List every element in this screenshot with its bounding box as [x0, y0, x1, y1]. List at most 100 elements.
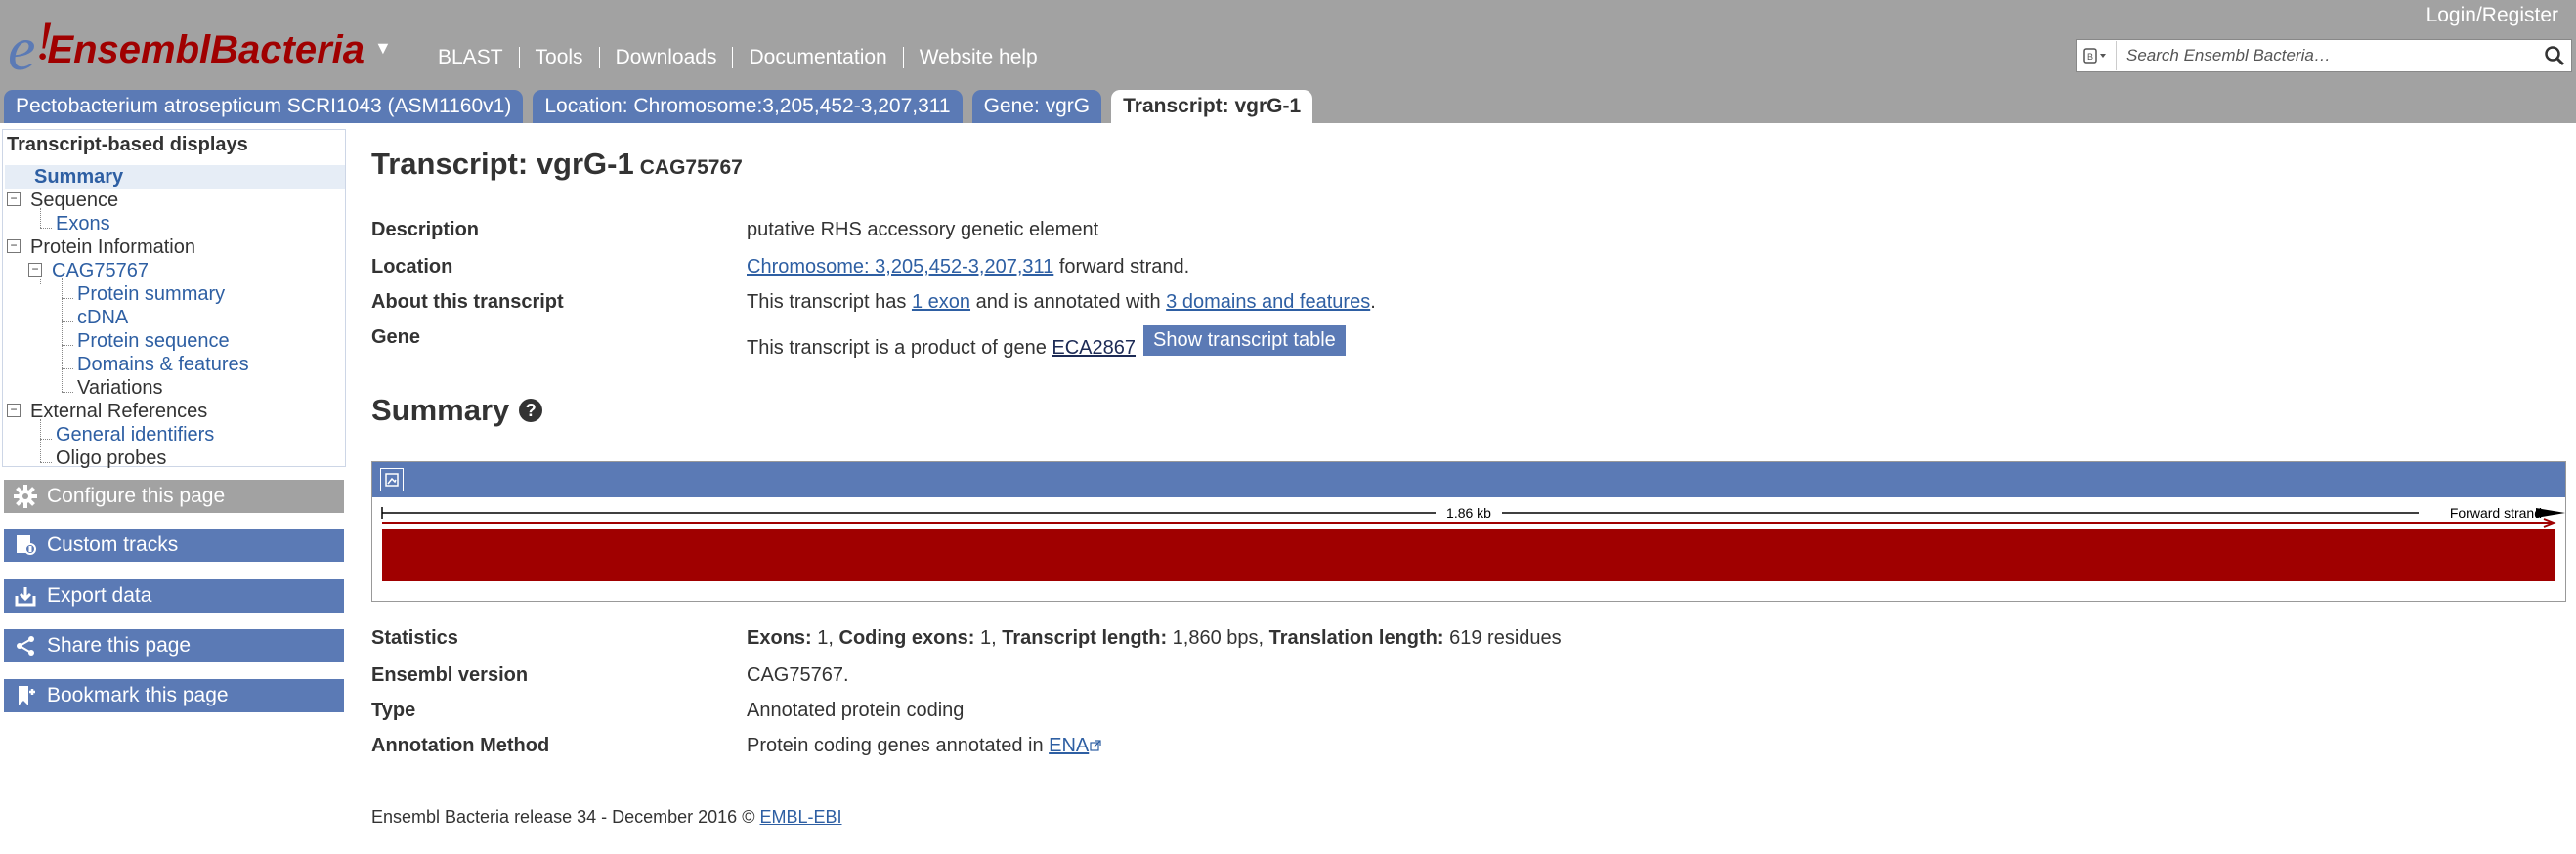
sidebar-item-label[interactable]: General identifiers — [56, 424, 214, 446]
sidebar-item-external-references[interactable]: − External References — [7, 400, 207, 423]
tree-connector — [62, 298, 73, 299]
share-page-button[interactable]: Share this page — [4, 629, 344, 662]
sidebar-item-protein-sequence[interactable]: Protein sequence — [77, 329, 230, 353]
nav-blast[interactable]: BLAST — [422, 47, 520, 68]
configure-page-button[interactable]: Configure this page — [4, 480, 344, 513]
custom-tracks-button[interactable]: Custom tracks — [4, 529, 344, 562]
export-icon — [4, 584, 47, 608]
sidebar-item-sequence[interactable]: − Sequence — [7, 189, 118, 212]
sidebar-item-summary[interactable]: Summary — [5, 165, 345, 189]
sidebar-item-variations: Variations — [77, 376, 162, 400]
tree-connector — [40, 228, 52, 229]
show-transcript-table-button[interactable]: Show transcript table — [1143, 325, 1346, 356]
svg-text:B: B — [2087, 52, 2093, 62]
sidebar-item-exons[interactable]: Exons — [56, 212, 110, 235]
main-content: Transcript: vgrG-1 CAG75767 Description p… — [371, 147, 2570, 756]
transcript-exon-block[interactable] — [382, 529, 2555, 581]
tree-connector — [40, 439, 52, 440]
sidebar-item-label: External References — [30, 401, 208, 422]
sidebar-item-cdna[interactable]: cDNA — [77, 306, 128, 329]
footer: Ensembl Bacteria release 34 - December 2… — [371, 807, 842, 828]
ena-link[interactable]: ENA — [1049, 735, 1101, 756]
stat-coding-key: Coding exons: — [838, 627, 975, 649]
nav-website-help[interactable]: Website help — [904, 47, 1053, 68]
external-link-icon — [1090, 740, 1101, 751]
sidebar-item-oligo-probes: Oligo probes — [56, 447, 166, 470]
ensembl-e-logo-icon: e! — [8, 11, 54, 83]
location-link[interactable]: Chromosome: 3,205,452-3,207,311 — [747, 256, 1053, 278]
masthead: e! EnsemblBacteria ▼ BLAST Tools Downloa… — [0, 0, 2576, 123]
nav-documentation[interactable]: Documentation — [733, 47, 904, 68]
stat-translation-length-value: 619 residues — [1449, 627, 1562, 649]
type-label: Type — [371, 700, 416, 721]
sidebar-item-protein-information[interactable]: − Protein Information — [7, 235, 195, 259]
embl-ebi-link[interactable]: EMBL-EBI — [759, 807, 841, 827]
transcript-image-panel: 1.86 kb Forward strand — [371, 461, 2566, 602]
sidebar-item-domains-features[interactable]: Domains & features — [77, 353, 249, 376]
gene-label: Gene — [371, 326, 421, 348]
custom-tracks-icon — [4, 534, 47, 557]
sidebar-item-protein-summary[interactable]: Protein summary — [77, 282, 225, 306]
about-text: This transcript has — [747, 291, 907, 313]
sidebar-item-label[interactable]: CAG75767 — [52, 260, 149, 281]
sidebar-item-cag75767[interactable]: − CAG75767 — [28, 259, 149, 282]
tab-gene[interactable]: Gene: vgrG — [971, 90, 1102, 123]
transcript-track[interactable]: 1.86 kb Forward strand — [372, 497, 2565, 599]
description-label: Description — [371, 219, 480, 240]
tree-connector — [62, 321, 73, 322]
configure-page-label: Configure this page — [47, 485, 226, 507]
local-navigation-tree: Transcript-based displays Summary − Seque… — [2, 129, 346, 470]
tree-connector — [62, 392, 73, 393]
stat-translation-length-key: Translation length: — [1268, 627, 1444, 649]
about-text-mid: and is annotated with — [975, 291, 1161, 313]
strand-label: Forward strand — [2450, 505, 2542, 521]
collapse-icon[interactable]: − — [28, 262, 42, 277]
sidebar-item-label[interactable]: Domains & features — [77, 354, 249, 375]
nav-tree-heading: Transcript-based displays — [7, 134, 248, 155]
tab-transcript[interactable]: Transcript: vgrG-1 — [1111, 90, 1313, 123]
image-toolbar — [372, 462, 2565, 497]
tree-connector — [62, 368, 73, 369]
nav-downloads[interactable]: Downloads — [600, 47, 734, 68]
stat-exons-value: 1, — [817, 627, 834, 649]
stat-transcript-length-key: Transcript length: — [1002, 627, 1168, 649]
strand-text: forward strand. — [1058, 256, 1190, 278]
about-value: This transcript has 1 exon and is annota… — [747, 291, 1376, 314]
sidebar-item-label[interactable]: cDNA — [77, 307, 128, 328]
tab-location[interactable]: Location: Chromosome:3,205,452-3,207,311 — [533, 90, 963, 123]
share-page-label: Share this page — [47, 634, 192, 657]
description-value: putative RHS accessory genetic element — [747, 219, 1099, 240]
sidebar-item-label[interactable]: Exons — [56, 213, 110, 235]
page-title-text: Transcript: vgrG-1 — [371, 147, 634, 181]
type-value: Annotated protein coding — [747, 700, 965, 721]
collapse-icon[interactable]: − — [7, 192, 21, 206]
sidebar-item-general-identifiers[interactable]: General identifiers — [56, 423, 214, 447]
login-register-link[interactable]: Login/Register — [2426, 4, 2558, 27]
statistics-label: Statistics — [371, 627, 458, 649]
collapse-icon[interactable]: − — [7, 403, 21, 417]
bookmark-page-label: Bookmark this page — [47, 684, 229, 706]
exon-link[interactable]: 1 exon — [912, 291, 970, 313]
footer-text: Ensembl Bacteria release 34 - December 2… — [371, 807, 755, 827]
nav-tools[interactable]: Tools — [520, 47, 600, 68]
tree-connector — [62, 278, 63, 392]
sidebar-item-label: Variations — [77, 377, 163, 399]
collapse-icon[interactable]: − — [7, 238, 21, 253]
sidebar-item-label[interactable]: Protein sequence — [77, 330, 230, 352]
sidebar-item-label[interactable]: Protein summary — [77, 283, 225, 305]
tab-species[interactable]: Pectobacterium atrosepticum SCRI1043 (AS… — [4, 90, 524, 123]
gene-link[interactable]: ECA2867 — [1052, 337, 1136, 359]
ensembl-bacteria-logo[interactable]: e! EnsemblBacteria ▼ — [8, 11, 392, 83]
search-icon[interactable] — [2538, 45, 2571, 66]
search-species-selector-icon[interactable]: B — [2077, 41, 2117, 70]
bookmark-page-button[interactable]: Bookmark this page — [4, 679, 344, 712]
help-icon[interactable]: ? — [519, 399, 543, 422]
species-menu-caret-icon[interactable]: ▼ — [374, 38, 392, 59]
share-icon — [4, 634, 47, 658]
export-image-icon[interactable] — [380, 468, 404, 491]
search-input[interactable] — [2117, 45, 2538, 66]
domains-link[interactable]: 3 domains and features — [1166, 291, 1370, 313]
export-data-button[interactable]: Export data — [4, 579, 344, 613]
about-text-end: . — [1370, 291, 1376, 313]
sidebar-item-label[interactable]: Summary — [5, 166, 123, 188]
